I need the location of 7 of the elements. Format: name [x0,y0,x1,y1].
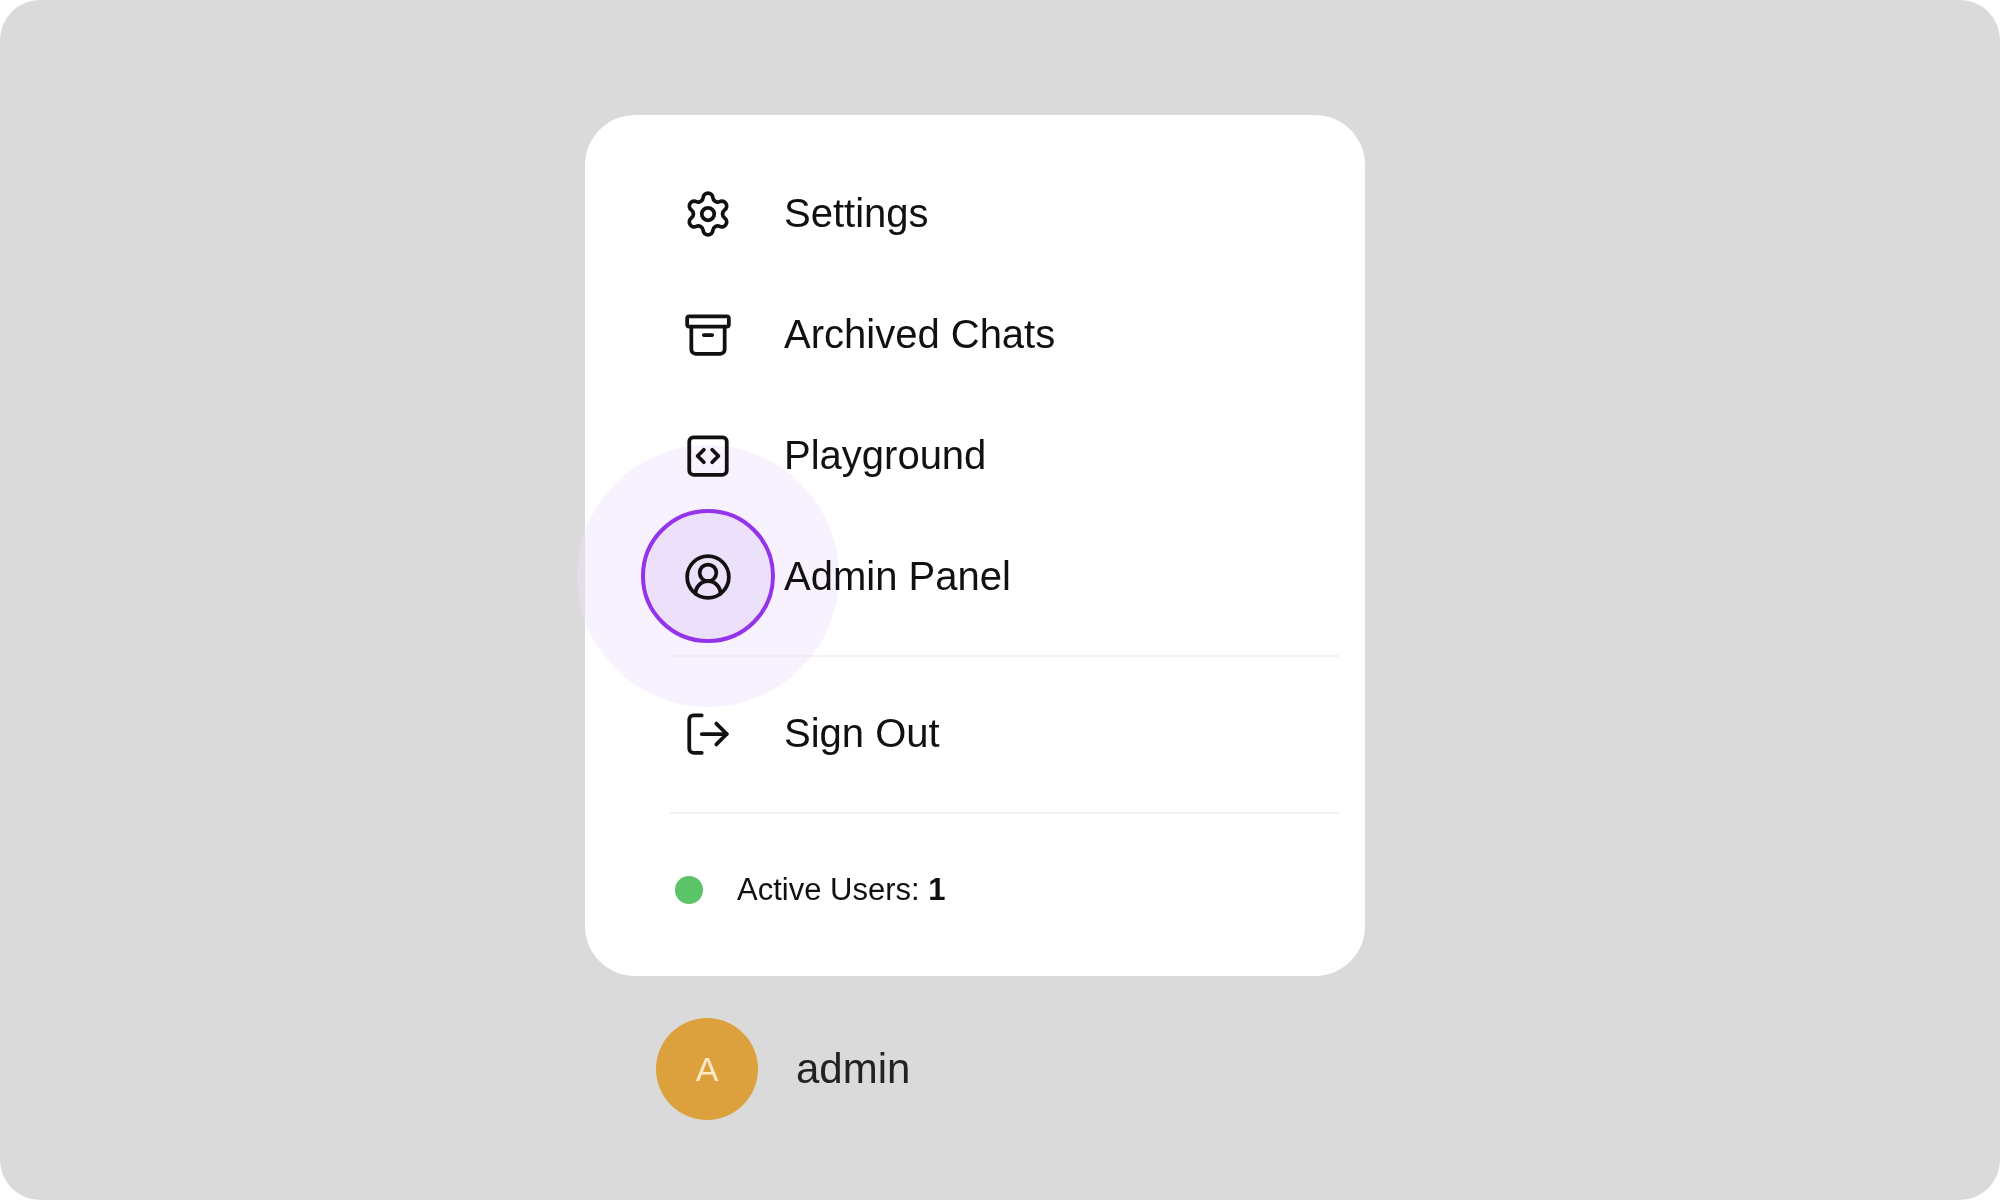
user-name: admin [796,1045,911,1093]
menu-item[interactable]: Sign Out [784,711,940,756]
menu-item[interactable]: Settings [784,191,929,236]
active-users-text: Active Users: 1 [737,872,946,908]
menu-item[interactable]: Archived Chats [784,312,1056,357]
menu-item[interactable]: Admin Panel [784,554,1011,599]
menu-item[interactable]: Playground [784,433,987,478]
